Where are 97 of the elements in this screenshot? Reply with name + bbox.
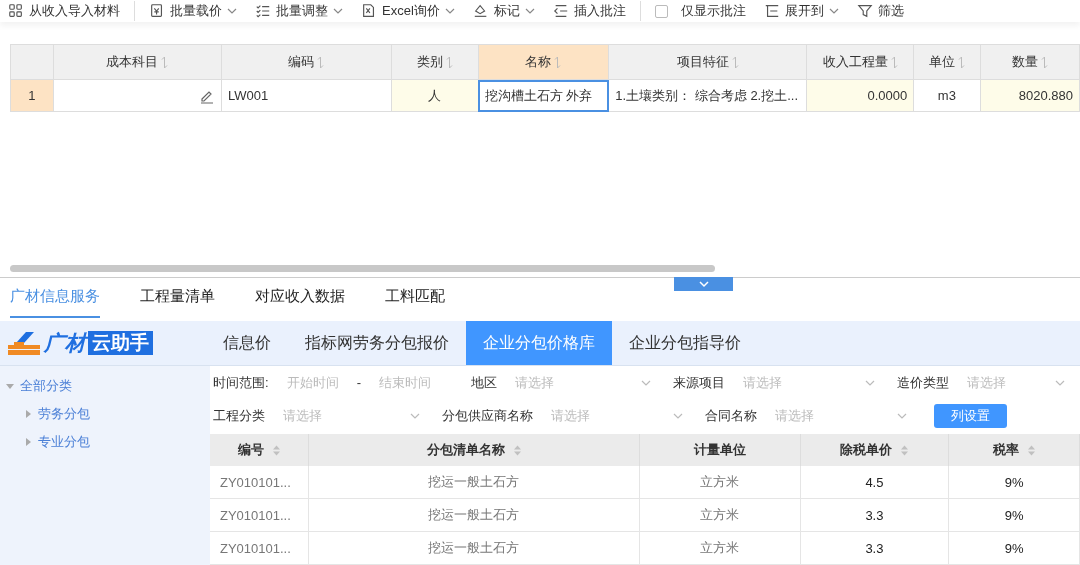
table-cell: 9% [948, 466, 1080, 499]
tab[interactable]: 工程量清单 [140, 287, 215, 318]
table-cell: 挖运一般土石方 [308, 498, 640, 532]
eraser-icon [472, 3, 489, 19]
sort-icon[interactable] [1040, 55, 1048, 69]
table-cell[interactable]: 1.土壤类别： 综合考虑 2.挖土... [608, 79, 807, 112]
sort-icon[interactable] [731, 55, 739, 69]
tab[interactable]: 对应收入数据 [255, 287, 345, 318]
chevron-down-icon [828, 6, 839, 16]
table-cell[interactable]: m3 [913, 79, 981, 112]
checklist-icon [255, 3, 271, 19]
toolbar-button[interactable]: 展开到 [763, 2, 839, 20]
table-cell: ZY010101... [210, 531, 309, 565]
indent-icon [552, 3, 569, 19]
column-header[interactable]: 除税单价 [800, 434, 949, 466]
logo-icon [6, 329, 42, 357]
table-cell: ZY010101... [210, 498, 309, 532]
tab[interactable]: 工料匹配 [385, 287, 445, 318]
table-cell: 3.3 [800, 498, 949, 532]
field-label: 来源项目 [672, 373, 725, 392]
collapse-handle[interactable] [674, 277, 733, 291]
toolbar-button[interactable]: 插入批注 [552, 2, 626, 20]
sort-icon[interactable] [554, 55, 562, 69]
field-label: 工程分类 [213, 406, 265, 425]
column-header[interactable]: 类别 [391, 44, 478, 80]
table-cell[interactable]: 挖沟槽土石方 外弃 [478, 79, 609, 112]
column-header[interactable]: 单位 [913, 44, 981, 80]
toolbar-button[interactable]: 从收入导入材料 [8, 2, 120, 20]
column-header[interactable]: 税率 [948, 434, 1080, 466]
tab[interactable]: 信息价 [206, 321, 288, 365]
sort-icon[interactable] [161, 55, 169, 69]
table-cell: 9% [948, 531, 1080, 565]
column-header[interactable]: 编码 [221, 44, 392, 80]
table-cell[interactable]: 0.0000 [806, 79, 914, 112]
tab[interactable]: 指标网劳务分包报价 [288, 321, 466, 365]
filter-icon [856, 3, 873, 19]
field-label: 造价类型 [896, 373, 949, 392]
header-cell [10, 44, 54, 80]
chevron-down-icon [444, 6, 455, 16]
column-header[interactable]: 编号 [210, 434, 309, 466]
tree-item[interactable]: 劳务分包 [0, 400, 90, 428]
table-cell: 9% [948, 498, 1080, 532]
date-range-field[interactable]: 开始时间 - 结束时间 [286, 373, 431, 392]
sort-icon[interactable] [1028, 443, 1036, 457]
chevron-down-icon [333, 6, 343, 16]
field-label: 分包供应商名称 [442, 406, 533, 425]
sort-icon[interactable] [273, 443, 280, 457]
grid-icon [8, 3, 24, 19]
toolbar-button[interactable]: 筛选 [856, 2, 904, 20]
sort-icon[interactable] [317, 55, 325, 69]
chevron-down-icon [227, 6, 237, 16]
table-cell[interactable]: 8020.880 [980, 79, 1080, 112]
table-cell[interactable]: 人 [391, 79, 478, 112]
column-header[interactable]: 成本科目 [53, 44, 222, 80]
table-cell: 挖运一般土石方 [308, 531, 640, 565]
toolbar-button[interactable]: Excel询价 [361, 2, 455, 20]
spreadsheet-icon [361, 3, 377, 19]
chevron-down-icon [524, 6, 535, 16]
table-cell: 立方米 [639, 498, 801, 532]
checkbox-label: 仅显示批注 [680, 2, 746, 20]
sort-icon[interactable] [890, 55, 898, 69]
tree-item[interactable]: 全部分类 [0, 372, 72, 400]
table-cell: 立方米 [639, 466, 801, 499]
sort-icon[interactable] [513, 443, 521, 457]
table-cell: 3.3 [800, 531, 949, 565]
document-icon [149, 3, 165, 19]
sort-icon[interactable] [445, 55, 453, 69]
scrollbar[interactable] [10, 265, 715, 272]
field-label: 时间范围: [213, 373, 269, 392]
column-header[interactable]: 分包清单名称 [308, 434, 640, 466]
field-label: 合同名称 [705, 406, 757, 425]
field-label: 地区 [470, 373, 497, 392]
row-number[interactable]: 1 [10, 79, 54, 112]
toolbar-button[interactable]: 标记 [472, 2, 535, 20]
sort-icon[interactable] [901, 443, 909, 457]
column-header[interactable]: 名称 [478, 44, 609, 80]
table-cell: 挖运一般土石方 [308, 466, 640, 499]
table-cell: ZY010101... [210, 466, 309, 499]
table-cell: 4.5 [800, 466, 949, 499]
tab[interactable]: 企业分包指导价 [612, 321, 758, 365]
column-header[interactable]: 收入工程量 [806, 44, 914, 80]
table-cell: 立方米 [639, 531, 801, 565]
column-header[interactable]: 项目特征 [608, 44, 807, 80]
toolbar-button[interactable]: 批量调整 [255, 2, 343, 20]
collapsed-arrow-icon[interactable] [24, 438, 32, 446]
expanded-arrow-icon[interactable] [6, 382, 14, 390]
checkbox[interactable] [654, 4, 668, 18]
toolbar-button[interactable]: 批量载价 [149, 2, 237, 20]
table-cell[interactable] [53, 79, 222, 112]
tree-item[interactable]: 专业分包 [0, 428, 90, 456]
logo-text: 广材 [44, 330, 86, 356]
logo-text: 云助手 [88, 331, 153, 355]
column-header[interactable]: 数量 [980, 44, 1080, 80]
collapsed-arrow-icon[interactable] [24, 410, 32, 418]
sort-icon[interactable] [957, 55, 965, 69]
table-cell[interactable]: LW001 [221, 79, 392, 112]
column-header[interactable]: 计量单位 [639, 434, 801, 466]
